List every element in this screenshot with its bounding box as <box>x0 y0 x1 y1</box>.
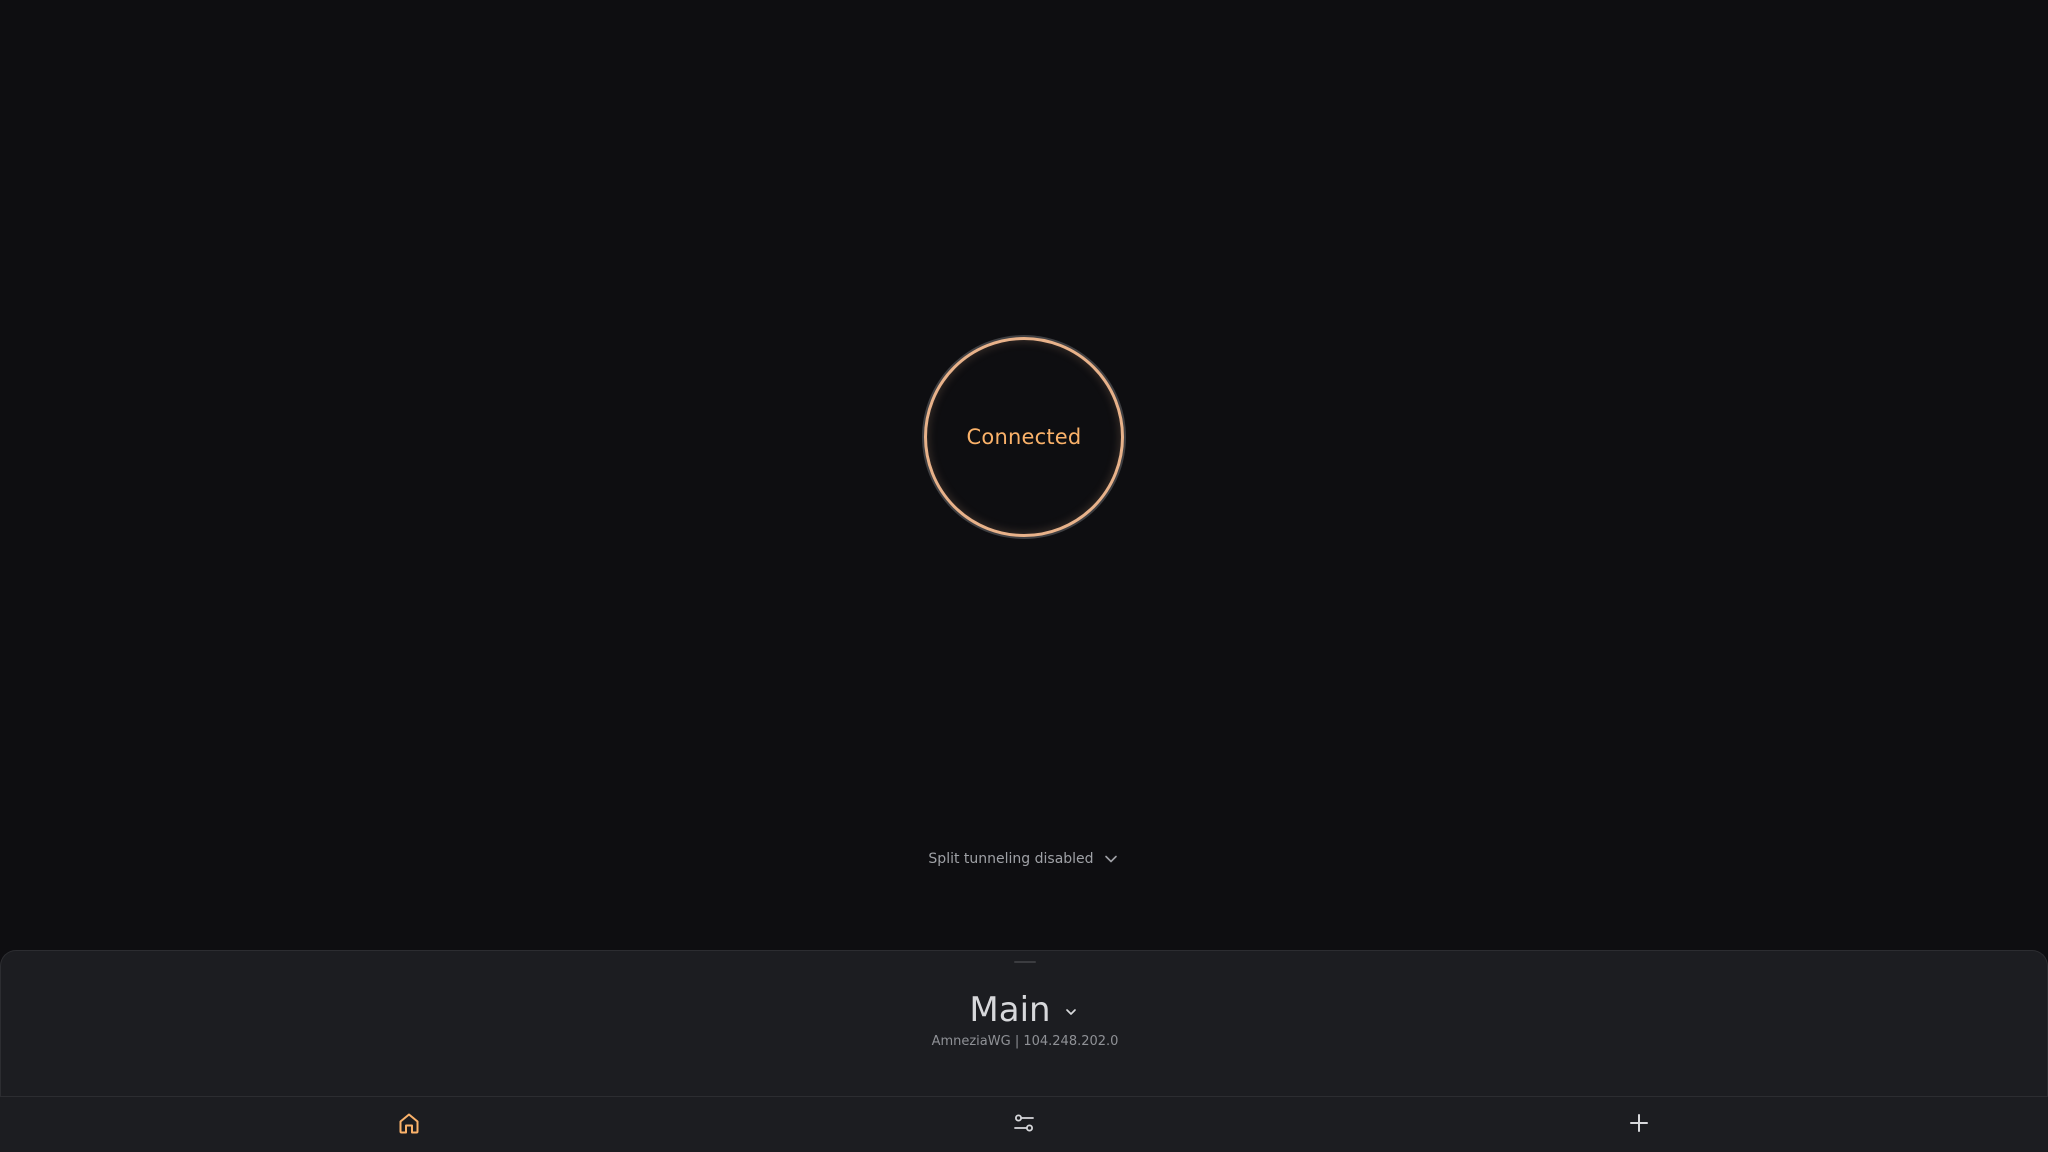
bottom-tab-bar <box>0 1096 2048 1152</box>
split-tunneling-toggle[interactable]: Split tunneling disabled <box>0 846 2048 872</box>
chevron-down-icon <box>1061 1002 1081 1022</box>
tab-settings[interactable] <box>1010 1111 1038 1139</box>
tab-home[interactable] <box>395 1111 423 1139</box>
home-icon <box>396 1110 422 1140</box>
chevron-down-icon <box>1102 850 1120 868</box>
server-drawer[interactable]: Main AmneziaWG | 104.248.202.0 <box>0 950 2048 1096</box>
drawer-drag-handle[interactable] <box>1014 961 1036 963</box>
server-selector[interactable]: Main <box>1 987 2048 1033</box>
plus-icon <box>1626 1110 1652 1140</box>
connection-status-label: Connected <box>966 425 1082 449</box>
settings-sliders-icon <box>1011 1110 1037 1140</box>
server-name: Main <box>969 990 1051 1030</box>
server-description: AmneziaWG | 104.248.202.0 <box>931 1034 1119 1049</box>
split-tunneling-label: Split tunneling disabled <box>928 851 1094 867</box>
vpn-app: Connected Split tunneling disabled Main … <box>0 0 2048 1152</box>
tab-add-server[interactable] <box>1625 1111 1653 1139</box>
connect-button[interactable]: Connected <box>924 337 1124 537</box>
